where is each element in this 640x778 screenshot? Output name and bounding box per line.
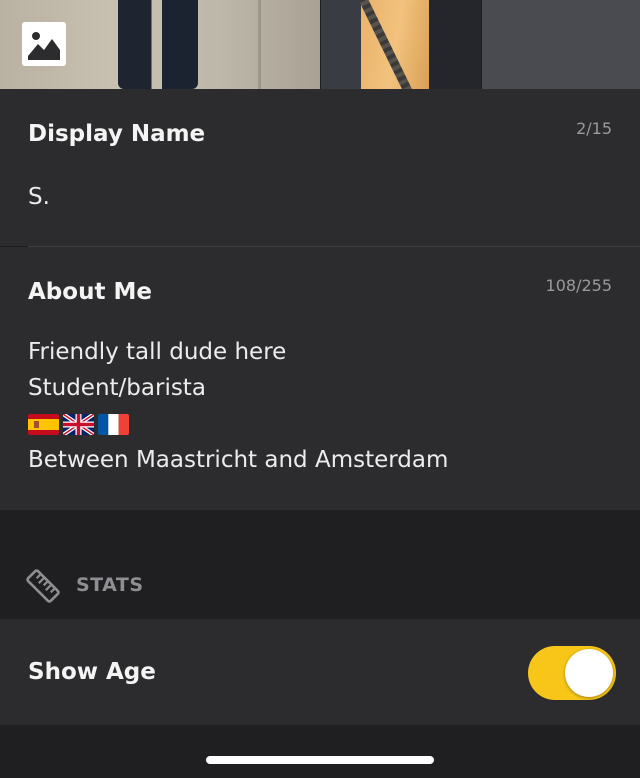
image-icon[interactable]	[22, 22, 66, 66]
about-line: Student/barista	[28, 375, 206, 401]
about-me-label: About Me	[28, 279, 152, 305]
about-me-input[interactable]: Friendly tall dude here Student/barista	[28, 334, 448, 478]
flag-row	[28, 406, 448, 442]
about-line: Friendly tall dude here	[28, 339, 287, 365]
home-indicator[interactable]	[206, 756, 434, 764]
display-name-input[interactable]: S.	[28, 179, 50, 215]
display-name-label: Display Name	[28, 121, 206, 147]
france-flag-icon	[98, 413, 129, 435]
profile-photo-2[interactable]	[321, 0, 481, 89]
profile-photo-3[interactable]	[482, 0, 640, 89]
show-age-row[interactable]: Show Age	[0, 619, 640, 725]
bottom-bar	[0, 725, 640, 778]
about-line: Between Maastricht and Amsterdam	[28, 447, 449, 473]
about-me-card[interactable]: About Me 108/255 Friendly tall dude here…	[0, 247, 640, 510]
stats-section-header: STATS	[0, 510, 640, 618]
show-age-toggle[interactable]	[528, 646, 616, 700]
show-age-label: Show Age	[28, 659, 156, 685]
photo-strip	[0, 0, 640, 89]
uk-flag-icon	[63, 413, 94, 435]
spain-flag-icon	[28, 413, 59, 435]
display-name-card[interactable]: Display Name 2/15 S.	[0, 89, 640, 246]
display-name-counter: 2/15	[576, 119, 612, 138]
stats-label: STATS	[76, 574, 144, 596]
about-me-counter: 108/255	[545, 276, 612, 295]
toggle-knob	[565, 649, 613, 697]
ruler-icon	[24, 567, 62, 605]
